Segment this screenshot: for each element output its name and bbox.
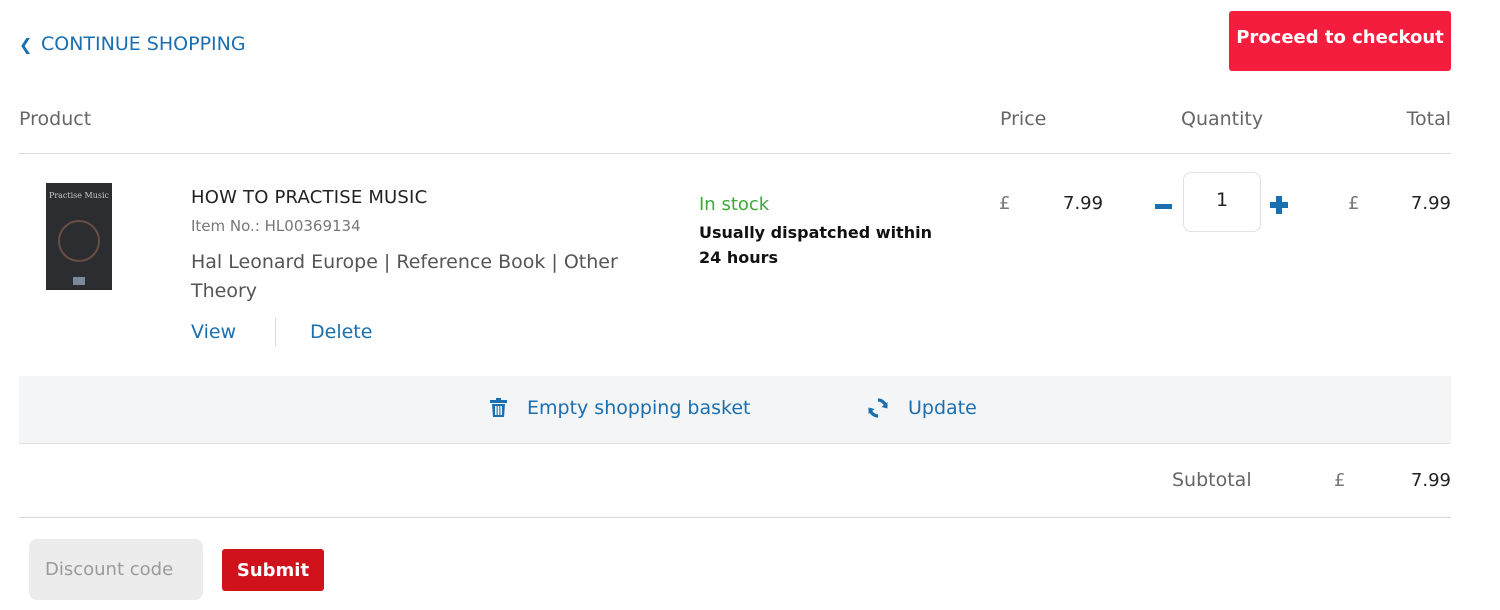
empty-basket-button[interactable]: Empty shopping basket: [490, 397, 750, 419]
column-header-quantity: Quantity: [1181, 108, 1264, 130]
quantity-input[interactable]: [1183, 172, 1261, 232]
product-name: HOW TO PRACTISE MUSIC: [191, 187, 428, 208]
cover-ring-graphic: [58, 220, 100, 262]
stock-status: In stock: [699, 194, 770, 215]
price-currency: £: [999, 193, 1011, 214]
refresh-icon: [868, 398, 888, 418]
discount-code-input[interactable]: [29, 539, 203, 600]
submit-discount-button[interactable]: Submit: [222, 549, 324, 591]
trash-icon: [490, 398, 507, 417]
total-currency: £: [1348, 193, 1360, 214]
proceed-to-checkout-button[interactable]: Proceed to checkout: [1229, 11, 1451, 71]
product-thumbnail[interactable]: Practise Music: [46, 183, 112, 290]
update-label: Update: [908, 397, 977, 419]
publisher-logo-icon: [73, 277, 85, 285]
column-header-total: Total: [1406, 108, 1451, 130]
cover-title: Practise Music: [48, 191, 110, 200]
subtotal-divider: [19, 517, 1451, 518]
product-meta: Hal Leonard Europe | Reference Book | Ot…: [191, 251, 618, 302]
chevron-left-icon: ❮: [19, 34, 33, 54]
unit-price: 7.99: [1063, 193, 1104, 214]
header-divider: [19, 153, 1451, 154]
empty-basket-label: Empty shopping basket: [527, 397, 751, 419]
view-product-link[interactable]: View: [191, 321, 236, 343]
update-button[interactable]: Update: [868, 397, 977, 419]
delete-product-link[interactable]: Delete: [310, 321, 372, 343]
continue-shopping-label: CONTINUE SHOPPING: [41, 33, 246, 55]
subtotal-value: 7.99: [1410, 470, 1451, 491]
column-header-price: Price: [1000, 108, 1047, 130]
line-total: 7.99: [1410, 193, 1451, 214]
subtotal-currency: £: [1334, 470, 1346, 491]
dispatch-info: Usually dispatched within 24 hours: [699, 223, 932, 267]
subtotal-label: Subtotal: [1172, 469, 1252, 491]
product-item-number: Item No.: HL00369134: [191, 217, 361, 235]
continue-shopping-link[interactable]: ❮ CONTINUE SHOPPING: [19, 33, 246, 55]
column-header-product: Product: [19, 108, 92, 130]
link-separator: [275, 318, 276, 346]
minus-icon[interactable]: [1155, 204, 1172, 209]
plus-icon[interactable]: [1270, 196, 1288, 214]
